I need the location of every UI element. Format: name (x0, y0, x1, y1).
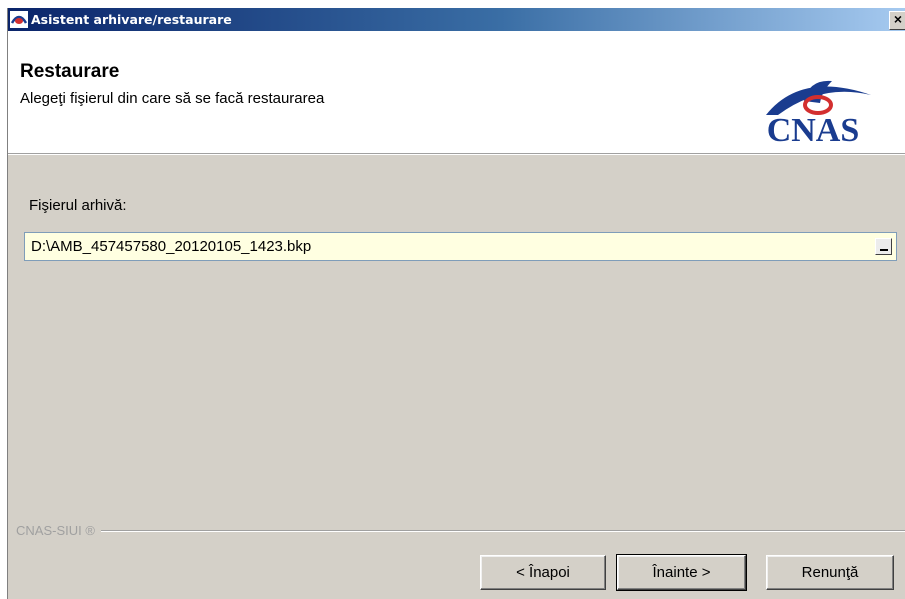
window-title: Asistent arhivare/restaurare (31, 12, 232, 27)
back-button[interactable]: < Înapoi (480, 555, 606, 590)
archive-file-label: Fişierul arhivă: (29, 197, 127, 214)
footer-brand-label: CNAS-SIUI ® (16, 523, 101, 538)
cnas-logo: CNAS (766, 80, 871, 145)
cnas-app-icon (10, 11, 28, 28)
archive-file-value: D:\AMB_457457580_20120105_1423.bkp (31, 238, 312, 255)
ellipsis-icon (880, 249, 888, 251)
wizard-header: Restaurare Alegeţi fişierul din care să … (8, 31, 905, 154)
close-button[interactable]: × (889, 11, 905, 30)
page-subtitle: Alegeţi fişierul din care să se facă res… (20, 90, 325, 107)
page-title: Restaurare (20, 61, 120, 82)
footer-divider (16, 530, 905, 532)
title-bar[interactable]: Asistent arhivare/restaurare × (8, 8, 905, 31)
next-button[interactable]: Înainte > (616, 554, 747, 591)
wizard-window: Asistent arhivare/restaurare × Restaurar… (7, 8, 905, 599)
logo-text: CNAS (767, 112, 860, 145)
browse-button[interactable] (875, 238, 892, 255)
cancel-button[interactable]: Renunţă (766, 555, 894, 590)
archive-file-field[interactable]: D:\AMB_457457580_20120105_1423.bkp (24, 232, 897, 261)
